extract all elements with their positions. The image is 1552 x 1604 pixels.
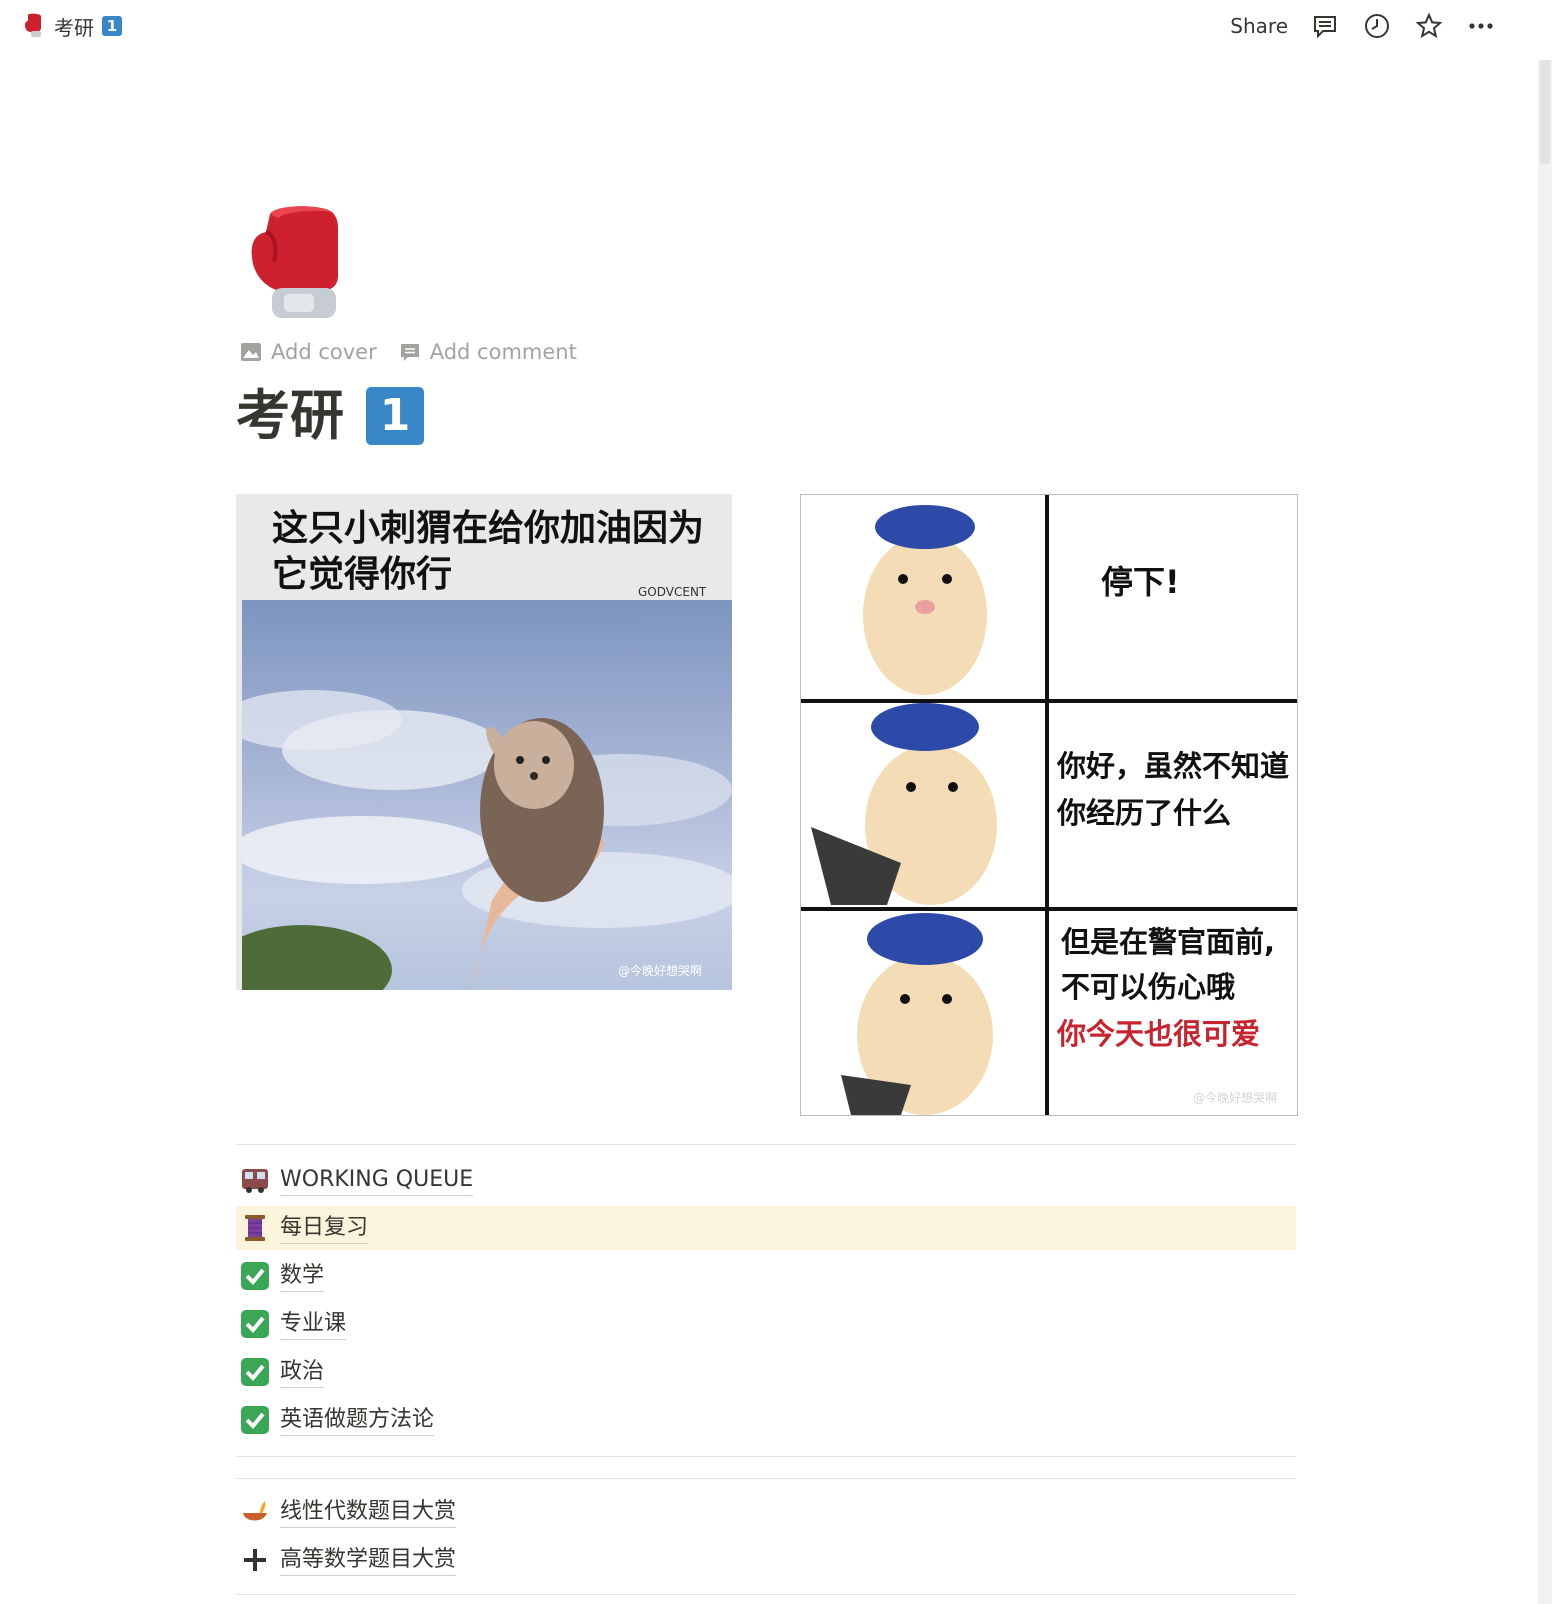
check-mark-icon: [240, 1261, 270, 1291]
list-item-working-queue[interactable]: WORKING QUEUE: [236, 1158, 1296, 1202]
divider: [236, 1478, 1296, 1479]
list-item-label: 英语做题方法论: [280, 1405, 435, 1436]
panel-2-line-2: 你经历了什么: [1057, 796, 1232, 830]
list-item-label: 政治: [280, 1357, 325, 1388]
share-button[interactable]: Share: [1230, 14, 1288, 38]
hamster-officer-1: [863, 505, 987, 695]
boxing-glove-icon[interactable]: [248, 204, 344, 324]
panel-2-line-1: 你好，虽然不知道: [1057, 749, 1290, 783]
check-mark-icon: [240, 1357, 270, 1387]
keycap-one-icon: 1: [366, 387, 424, 445]
divider: [236, 1144, 1296, 1145]
list-item-label: 每日复习: [280, 1213, 369, 1244]
list-item-label: WORKING QUEUE: [280, 1165, 474, 1196]
hedgehog-meme-image[interactable]: 这只小刺猬在给你加油因为它觉得你行 GODVCENT @今晚好想哭啊: [236, 494, 732, 990]
keycap-one-icon: 1: [102, 16, 122, 36]
add-comment-button[interactable]: Add comment: [399, 340, 577, 364]
list-item-math[interactable]: 数学: [236, 1254, 1296, 1298]
panel-1-text: 停下!: [1101, 563, 1180, 601]
boxing-glove-icon: [25, 13, 41, 37]
divider: [236, 1456, 1296, 1457]
hamster-officer-3: [841, 913, 993, 1115]
divider: [236, 1594, 1296, 1595]
list-item-major-course[interactable]: 专业课: [236, 1302, 1296, 1346]
sky-photo: [242, 600, 732, 990]
comment-icon: [400, 344, 419, 361]
list-item-label: 专业课: [280, 1309, 347, 1340]
thread-spool-icon: [240, 1213, 270, 1243]
weibo-watermark: @今晚好想哭啊: [618, 964, 703, 978]
page-title[interactable]: 考研 1: [236, 384, 424, 448]
scrollbar-thumb[interactable]: [1540, 60, 1550, 164]
collections-list: 线性代数题目大赏 高等数学题目大赏: [236, 1490, 1296, 1586]
hamster-officer-2: [811, 703, 997, 905]
list-item-calculus[interactable]: 高等数学题目大赏: [236, 1538, 1296, 1582]
add-cover-label: Add cover: [271, 340, 377, 364]
star-icon[interactable]: [1414, 11, 1444, 41]
list-item-politics[interactable]: 政治: [236, 1350, 1296, 1394]
top-bar: 考研 1 Share: [0, 0, 1552, 52]
page-controls: Add cover Add comment: [240, 340, 577, 364]
panel-3-line-1: 但是在警官面前,: [1061, 925, 1276, 959]
panel-3-line-3: 你今天也很可爱: [1057, 1017, 1261, 1051]
working-queue-list: WORKING QUEUE 每日复习 数学 专业课 政治 英语做题方法论: [236, 1158, 1296, 1446]
hedgehog-photo: [242, 690, 732, 990]
corner-watermark: GODVCENT: [638, 585, 707, 599]
list-item-label: 高等数学题目大赏: [280, 1545, 457, 1576]
hamster-meme-image[interactable]: 停下! 你好，虽然不知道 你经历了什么 但是在警官面前, 不可以伤心哦 你今天也…: [800, 494, 1298, 1116]
list-item-label: 线性代数题目大赏: [280, 1497, 457, 1528]
comment-icon[interactable]: [1310, 11, 1340, 41]
scrollbar[interactable]: [1538, 60, 1552, 1604]
plus-icon: [240, 1545, 270, 1575]
add-cover-button[interactable]: Add cover: [240, 340, 377, 364]
check-mark-icon: [240, 1309, 270, 1339]
list-item-daily-review[interactable]: 每日复习: [236, 1206, 1296, 1250]
topbar-actions: Share: [1230, 8, 1496, 44]
image-icon: [241, 343, 261, 361]
add-comment-label: Add comment: [429, 340, 577, 364]
page-title-text[interactable]: 考研: [236, 384, 344, 448]
list-item-linear-algebra[interactable]: 线性代数题目大赏: [236, 1490, 1296, 1534]
breadcrumb-title: 考研: [54, 15, 94, 40]
check-mark-icon: [240, 1405, 270, 1435]
more-icon[interactable]: [1466, 11, 1496, 41]
oil-lamp-icon: [240, 1497, 270, 1527]
history-icon[interactable]: [1362, 11, 1392, 41]
panel-3-line-2: 不可以伤心哦: [1061, 970, 1236, 1004]
breadcrumb[interactable]: 考研 1: [22, 10, 122, 42]
weibo-watermark: @今晚好想哭啊: [1193, 1091, 1278, 1105]
train-icon: [240, 1165, 270, 1195]
list-item-label: 数学: [280, 1261, 325, 1292]
list-item-english-method[interactable]: 英语做题方法论: [236, 1398, 1296, 1442]
